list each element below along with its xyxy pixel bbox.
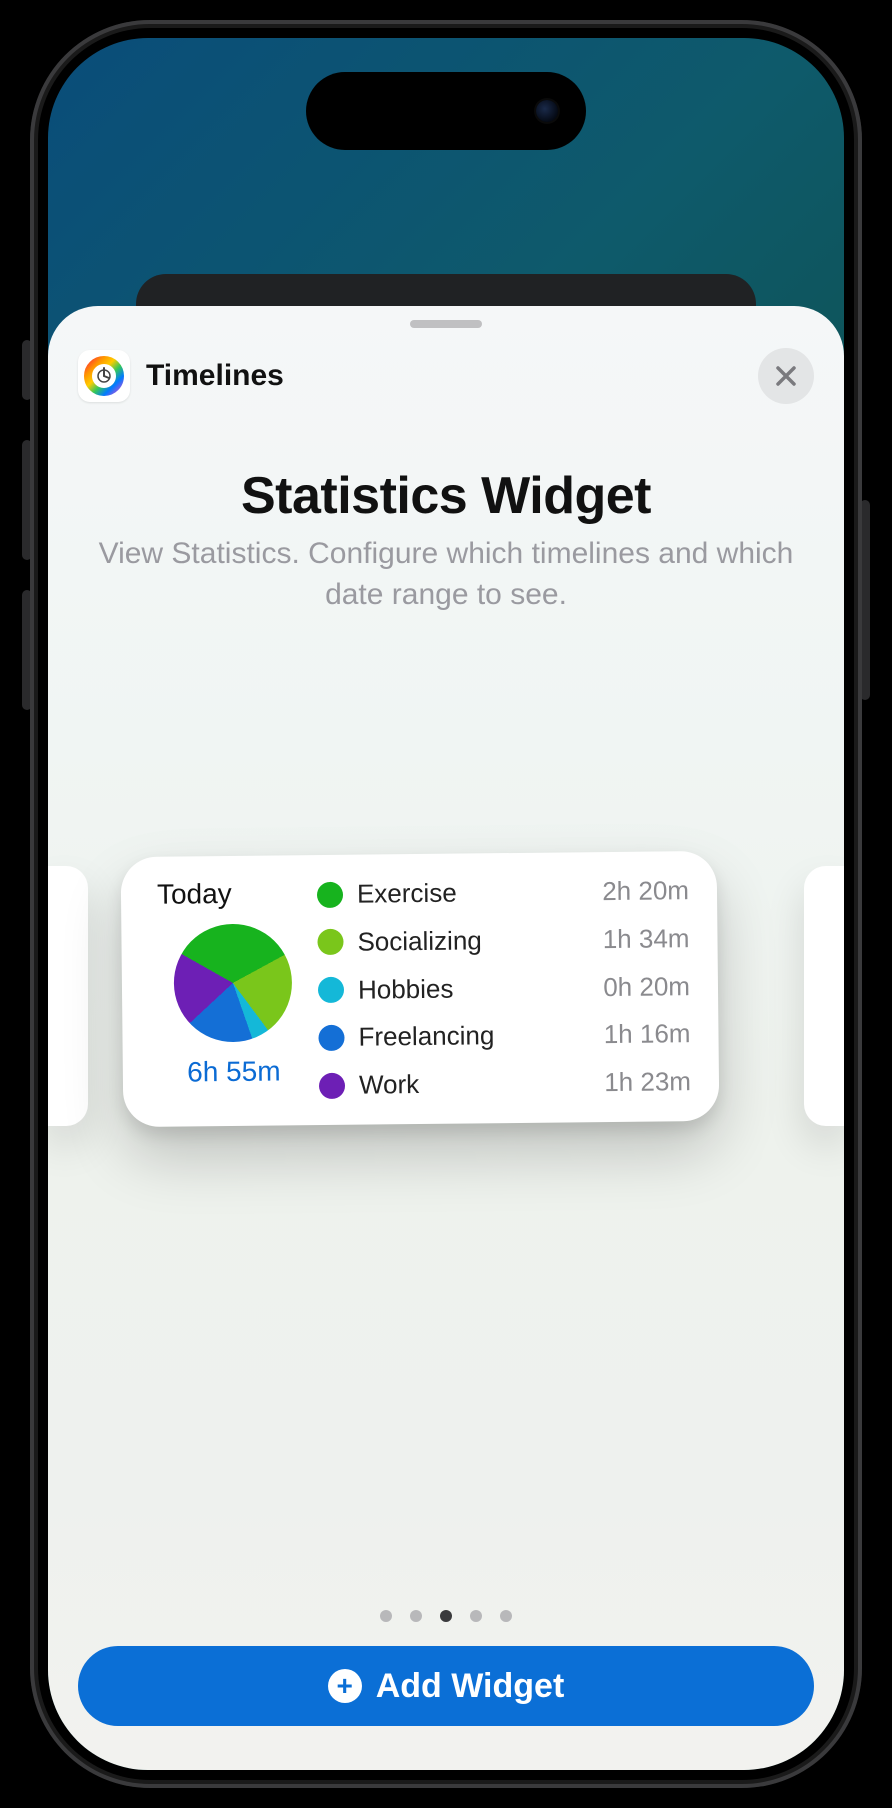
- legend-name: Socializing: [357, 925, 482, 957]
- sheet-header: Timelines: [78, 346, 814, 406]
- phone-frame: Timelines Statistics Widget View Statist…: [30, 20, 862, 1788]
- legend-color-dot: [318, 1025, 344, 1051]
- phone-screen: Timelines Statistics Widget View Statist…: [48, 38, 844, 1770]
- legend-color-dot: [317, 929, 343, 955]
- widget-legend-list: Exercise 2h 20m Socializing 1h 34m Hobbies 0h…: [317, 873, 691, 1103]
- legend-value: 1h 23m: [604, 1066, 691, 1098]
- legend-name: Hobbies: [358, 973, 454, 1005]
- legend-name: Freelancing: [358, 1020, 494, 1052]
- widget-total-label: 6h 55m: [187, 1055, 281, 1088]
- plus-circle-icon: +: [328, 1669, 362, 1703]
- legend-row: Freelancing 1h 16m: [318, 1018, 690, 1053]
- legend-value: 1h 34m: [603, 923, 690, 955]
- dynamic-island: [306, 72, 586, 150]
- page-dot[interactable]: [410, 1610, 422, 1622]
- widget-summary-column: Today 6h 55m: [147, 877, 319, 1105]
- legend-row: Work 1h 23m: [319, 1066, 691, 1101]
- legend-color-dot: [317, 881, 343, 907]
- widget-gallery-sheet: Timelines Statistics Widget View Statist…: [48, 306, 844, 1770]
- page-indicator[interactable]: [48, 1610, 844, 1622]
- add-widget-label: Add Widget: [376, 1667, 565, 1706]
- legend-color-dot: [319, 1072, 345, 1098]
- page-subtitle: View Statistics. Configure which timelin…: [78, 534, 814, 615]
- legend-row: Socializing 1h 34m: [317, 923, 689, 958]
- next-widget-peek[interactable]: [804, 866, 844, 1126]
- pie-chart-icon: [173, 923, 292, 1042]
- statistics-widget-preview[interactable]: Today 6h 55m Exercise 2h 20m Socializing 1h…: [121, 851, 720, 1127]
- sheet-grabber[interactable]: [410, 320, 482, 328]
- previous-widget-peek[interactable]: [48, 866, 88, 1126]
- widget-preview-carousel[interactable]: Today 6h 55m Exercise 2h 20m Socializing 1h…: [48, 844, 844, 1184]
- page-title: Statistics Widget: [48, 466, 844, 526]
- close-button[interactable]: [758, 348, 814, 404]
- legend-row: Exercise 2h 20m: [317, 875, 689, 910]
- legend-value: 0h 20m: [603, 971, 690, 1003]
- page-dot[interactable]: [380, 1610, 392, 1622]
- page-dot[interactable]: [500, 1610, 512, 1622]
- legend-color-dot: [318, 977, 344, 1003]
- add-widget-button[interactable]: + Add Widget: [78, 1646, 814, 1726]
- page-dot[interactable]: [470, 1610, 482, 1622]
- legend-row: Hobbies 0h 20m: [318, 971, 690, 1006]
- widget-period-label: Today: [157, 878, 232, 911]
- legend-name: Work: [359, 1069, 420, 1101]
- legend-value: 1h 16m: [604, 1018, 691, 1050]
- page-dot[interactable]: [440, 1610, 452, 1622]
- app-icon: [78, 350, 130, 402]
- legend-name: Exercise: [357, 878, 457, 910]
- legend-value: 2h 20m: [602, 875, 689, 907]
- close-icon: [774, 364, 798, 388]
- timelines-app-glyph-icon: [84, 356, 124, 396]
- app-name-label: Timelines: [146, 359, 284, 393]
